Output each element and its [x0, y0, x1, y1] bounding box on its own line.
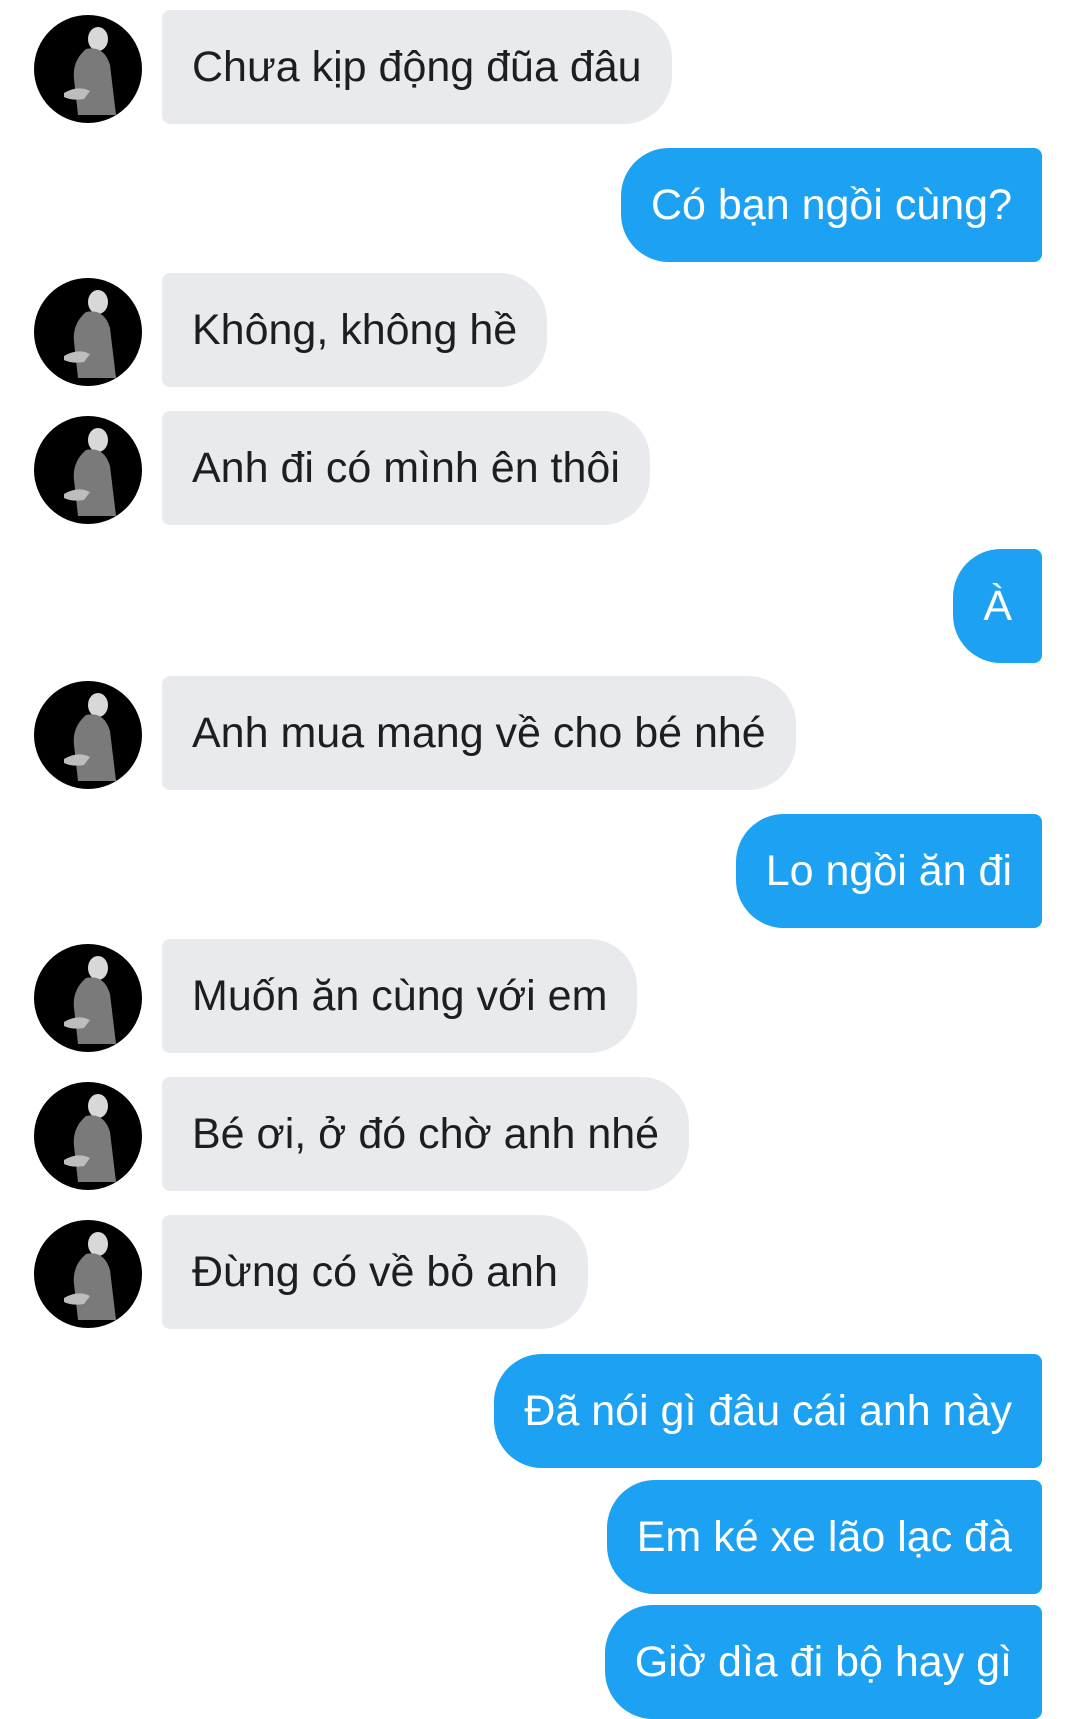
outgoing-message-bubble[interactable]: Em ké xe lão lạc đà [606, 1480, 1042, 1594]
person-silhouette-icon [64, 27, 116, 116]
person-silhouette-icon [64, 693, 116, 781]
person-silhouette-icon [64, 956, 116, 1044]
chat-thread: Chưa kịp động đũa đâu Có bạn ngồi cùng? … [0, 0, 1080, 1719]
incoming-message-bubble[interactable]: Muốn ăn cùng với em [162, 939, 638, 1053]
contact-avatar[interactable] [34, 278, 142, 386]
person-silhouette-icon [64, 1094, 116, 1182]
outgoing-message-bubble[interactable]: Giờ dìa đi bộ hay gì [604, 1605, 1042, 1719]
outgoing-message-bubble[interactable]: Đã nói gì đâu cái anh này [494, 1354, 1042, 1468]
contact-avatar[interactable] [34, 944, 142, 1052]
contact-avatar[interactable] [34, 681, 142, 789]
incoming-message-bubble[interactable]: Đừng có về bỏ anh [162, 1215, 588, 1329]
outgoing-message-bubble[interactable]: Có bạn ngồi cùng? [620, 148, 1042, 262]
contact-avatar[interactable] [34, 1220, 142, 1328]
contact-avatar[interactable] [34, 1082, 142, 1190]
incoming-message-bubble[interactable]: Anh đi có mình ên thôi [162, 411, 650, 525]
contact-avatar[interactable] [34, 416, 142, 524]
outgoing-message-bubble[interactable]: À [953, 549, 1042, 663]
incoming-message-bubble[interactable]: Bé ơi, ở đó chờ anh nhé [162, 1077, 690, 1191]
person-silhouette-icon [64, 290, 116, 378]
contact-avatar[interactable] [34, 15, 142, 123]
incoming-message-bubble[interactable]: Không, không hề [162, 273, 548, 387]
person-silhouette-icon [64, 1232, 116, 1320]
incoming-message-bubble[interactable]: Chưa kịp động đũa đâu [162, 10, 672, 124]
outgoing-message-bubble[interactable]: Lo ngồi ăn đi [735, 814, 1042, 928]
person-silhouette-icon [64, 428, 116, 516]
incoming-message-bubble[interactable]: Anh mua mang về cho bé nhé [162, 676, 796, 790]
